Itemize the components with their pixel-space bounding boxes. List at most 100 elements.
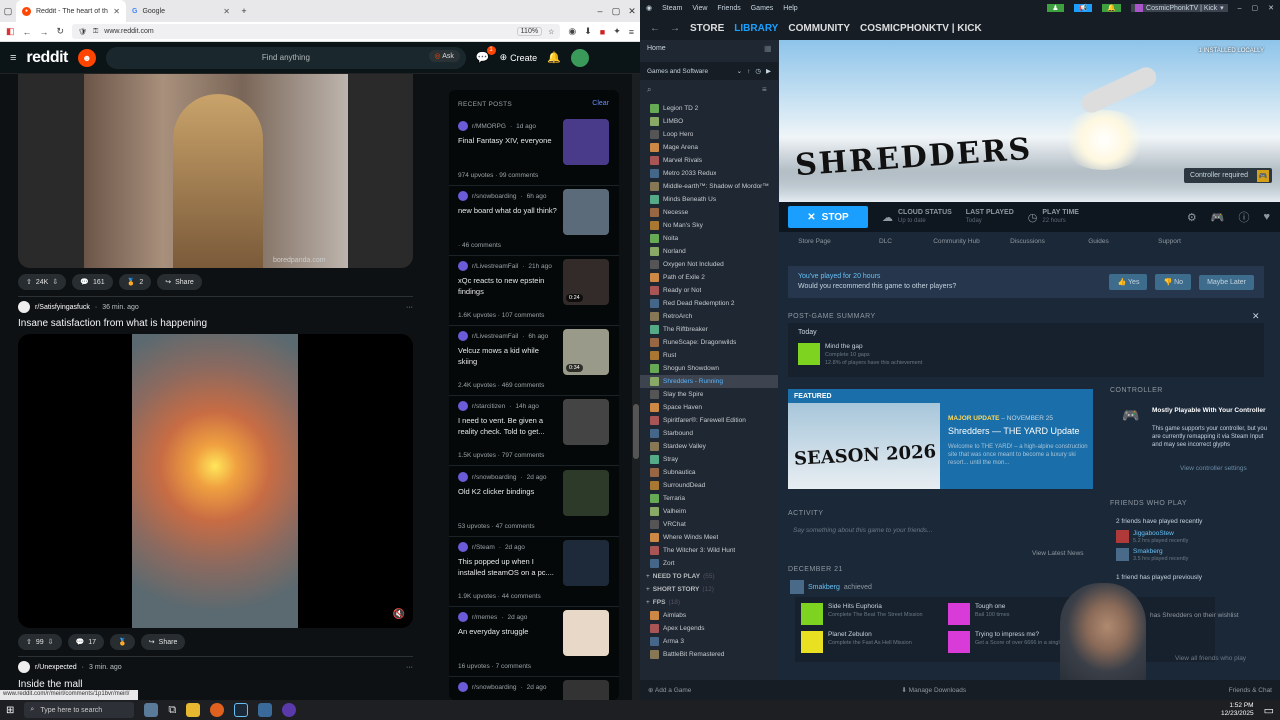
vote-pill[interactable]: ⇧ 99 ⇩ xyxy=(18,634,62,650)
library-game-item[interactable]: Spiritfarer®: Farewell Edition xyxy=(640,414,778,427)
favorite-icon[interactable]: ♥ xyxy=(1263,211,1270,223)
recent-post-item[interactable]: r/memes · 2d ago An everyday struggle 16 upv… xyxy=(449,607,619,677)
library-game-item[interactable]: Rust xyxy=(640,349,778,362)
tab-guides[interactable]: Guides xyxy=(1063,238,1134,252)
library-game-item[interactable]: Norland xyxy=(640,245,778,258)
taskbar-search[interactable]: ⌕ Type here to search xyxy=(24,702,135,718)
yes-button[interactable]: 👍 Yes xyxy=(1109,274,1148,290)
post-title[interactable]: Inside the mall xyxy=(18,679,82,690)
library-game-item[interactable]: Shogun Showdown xyxy=(640,362,778,375)
notifications-icon[interactable]: 🔔 xyxy=(1102,4,1122,12)
search-input[interactable]: Find anything ◎ Ask xyxy=(105,46,466,69)
steam-taskbar-icon[interactable] xyxy=(234,703,249,717)
tab-discussions[interactable]: Discussions xyxy=(992,238,1063,252)
library-game-item[interactable]: Zort xyxy=(640,557,778,570)
extension-icon[interactable]: ◉ xyxy=(568,26,576,37)
upvote-icon[interactable]: ⇧ xyxy=(26,278,32,286)
extension-red-icon[interactable]: ■ xyxy=(600,27,605,37)
back-icon[interactable]: ← xyxy=(23,27,32,37)
library-game-item[interactable]: BattleBit Remastered xyxy=(640,648,778,661)
comments-button[interactable]: 💬 17 xyxy=(67,634,105,650)
broadcast-icon[interactable]: ♟ xyxy=(1047,4,1064,12)
back-icon[interactable]: ← xyxy=(650,23,660,34)
library-game-item[interactable]: Arma 3 xyxy=(640,635,778,648)
tab-reddit[interactable]: ● Reddit - The heart of the intern ✕ xyxy=(16,0,126,22)
close-window-icon[interactable]: ✕ xyxy=(1268,4,1274,12)
library-game-item[interactable]: No Man's Sky xyxy=(640,219,778,232)
tab-support[interactable]: Support xyxy=(1134,238,1205,252)
mute-icon[interactable]: 🔇 xyxy=(393,609,405,620)
recent-post-item[interactable]: r/Steam · 2d ago This popped up when I inst… xyxy=(449,537,619,607)
settings-icon[interactable]: ⚙ xyxy=(1187,211,1197,224)
minimize-icon[interactable]: – xyxy=(1238,5,1242,12)
friend-avatar[interactable] xyxy=(790,580,804,594)
library-game-item[interactable]: Red Dead Redemption 2 xyxy=(640,297,778,310)
recent-post-item[interactable]: r/starcitizen · 14h ago I need to vent. Be … xyxy=(449,396,619,466)
notifications-icon[interactable]: 🔔 xyxy=(547,51,561,64)
library-game-item[interactable]: VRChat xyxy=(640,518,778,531)
widget-icon[interactable] xyxy=(144,703,159,717)
profile-avatar[interactable] xyxy=(570,48,589,67)
address-bar[interactable]: 🛡 ⚿ www.reddit.com 110% ☆ xyxy=(72,24,561,39)
library-game-item[interactable]: RetroArch xyxy=(640,310,778,323)
library-category[interactable]: + NEED TO PLAY (55) xyxy=(640,570,778,583)
more-options-icon[interactable]: ··· xyxy=(406,304,413,311)
library-game-item[interactable]: Apex Legends xyxy=(640,622,778,635)
downvote-icon[interactable]: ⇩ xyxy=(52,278,58,286)
firefox-icon[interactable] xyxy=(210,703,225,717)
task-view-icon[interactable]: ⧉ xyxy=(168,704,176,717)
manage-downloads-button[interactable]: ⬇ Manage Downloads xyxy=(901,686,966,694)
recent-post-item[interactable]: r/snowboarding·2d ago · xyxy=(449,677,619,700)
forward-icon[interactable]: → xyxy=(670,23,680,34)
library-game-item[interactable]: Middle-earth™: Shadow of Mordor™ xyxy=(640,180,778,193)
library-game-item[interactable]: Valheim xyxy=(640,505,778,518)
library-game-item[interactable]: Noita xyxy=(640,232,778,245)
share-button[interactable]: ↪ Share xyxy=(140,634,186,650)
library-game-item[interactable]: Oxygen Not Included xyxy=(640,258,778,271)
post-image[interactable]: boredpanda.com xyxy=(18,74,413,268)
library-game-item[interactable]: Stardew Valley xyxy=(640,440,778,453)
filter-icon[interactable]: ≡ xyxy=(762,85,767,94)
home-link[interactable]: Home xyxy=(647,45,666,52)
play-filter-icon[interactable]: ▶ xyxy=(766,67,771,75)
award-button[interactable]: 🏅 xyxy=(110,634,135,650)
bookmark-star-icon[interactable]: ☆ xyxy=(548,28,554,36)
tab-store-page[interactable]: Store Page xyxy=(779,238,850,252)
library-game-item[interactable]: Terraria xyxy=(640,492,778,505)
library-game-item[interactable]: LIMBO xyxy=(640,115,778,128)
filter-dropdown[interactable]: Games and Software ⌄ ↑ ◷ ▶ xyxy=(640,62,778,80)
upvote-icon[interactable]: ⇧ xyxy=(26,638,32,646)
close-tab-icon[interactable]: ✕ xyxy=(223,7,230,16)
grid-view-icon[interactable]: ▦ xyxy=(764,44,772,53)
recent-post-item[interactable]: r/LivestreamFail · 6h ago Velcuz mows a kid… xyxy=(449,326,619,396)
maybe-later-button[interactable]: Maybe Later xyxy=(1199,274,1254,290)
search-icon[interactable]: ⌕ xyxy=(647,85,651,95)
user-avatar-icon[interactable]: ☻ xyxy=(77,48,96,67)
menu-games[interactable]: Games xyxy=(751,5,774,12)
comments-button[interactable]: 💬 161 xyxy=(72,274,113,290)
chat-icon[interactable]: 💬 1 xyxy=(476,46,496,64)
library-game-item[interactable]: Aimlabs xyxy=(640,609,778,622)
nav-store[interactable]: STORE xyxy=(690,23,724,34)
info-icon[interactable]: ⓘ xyxy=(1238,209,1249,225)
subreddit-icon[interactable] xyxy=(18,661,30,673)
close-tab-icon[interactable]: ✕ xyxy=(113,7,120,16)
subreddit-name[interactable]: r/Unexpected xyxy=(35,664,77,671)
menu-friends[interactable]: Friends xyxy=(717,5,740,12)
close-window-icon[interactable]: ✕ xyxy=(624,6,640,17)
more-options-icon[interactable]: ··· xyxy=(406,664,413,671)
friends-chat-button[interactable]: Friends & Chat xyxy=(1229,687,1272,694)
featured-news[interactable]: FEATURED SEASON 2026 MAJOR UPDATE – NOVE… xyxy=(788,389,1093,489)
sort-icon[interactable]: ↑ xyxy=(747,68,750,75)
subreddit-icon[interactable] xyxy=(18,301,30,313)
downloads-icon[interactable]: ⬇ xyxy=(584,26,592,37)
library-game-item[interactable]: Starbound xyxy=(640,427,778,440)
view-latest-news-link[interactable]: View Latest News xyxy=(1032,550,1084,557)
obs-icon[interactable] xyxy=(282,703,297,717)
library-game-item[interactable]: The Witcher 3: Wild Hunt xyxy=(640,544,778,557)
recent-post-item[interactable]: r/LivestreamFail · 21h ago xQc reacts to ne… xyxy=(449,256,619,326)
library-category[interactable]: + FPS (18) xyxy=(640,596,778,609)
create-button[interactable]: ⊕ Create xyxy=(500,52,538,63)
nav-user[interactable]: COSMICPHONKTV | KICK xyxy=(860,23,982,34)
clear-button[interactable]: Clear xyxy=(592,100,609,107)
